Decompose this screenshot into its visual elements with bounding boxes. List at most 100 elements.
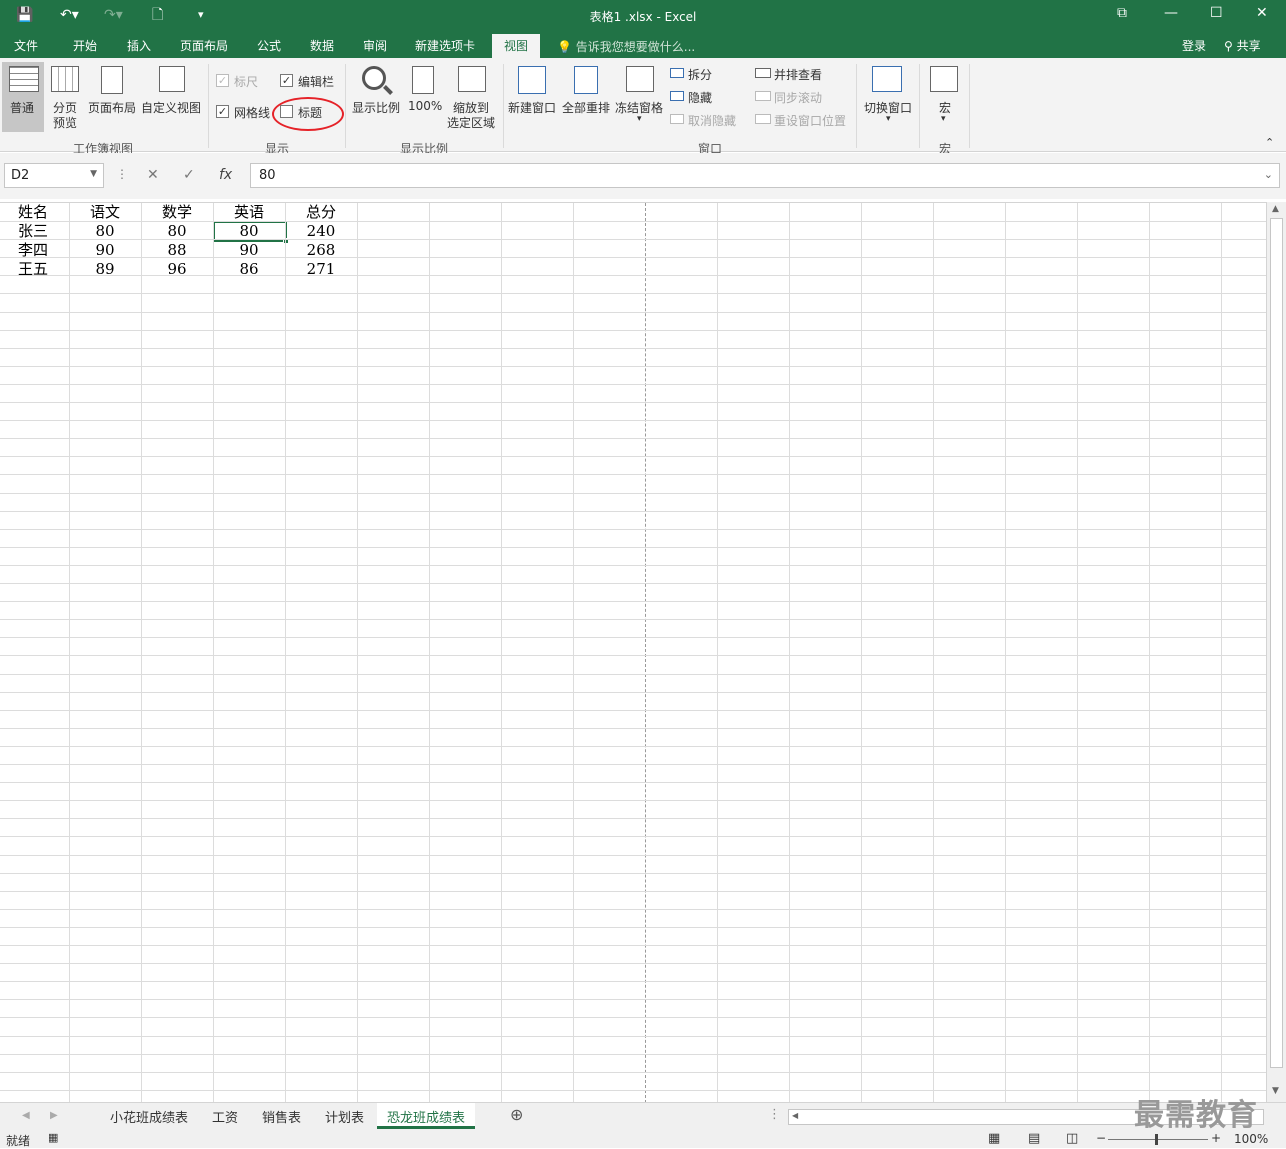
zoom-100-label: 100%	[408, 99, 443, 113]
name-box[interactable]: D2 ▼	[4, 163, 104, 188]
vertical-scrollbar[interactable]: ▲ ▼	[1266, 202, 1286, 1102]
page-layout-status-icon[interactable]: ▤	[1028, 1131, 1040, 1146]
cell-E4[interactable]: 271	[285, 260, 357, 279]
ruler-checkbox[interactable]: ✓	[216, 74, 229, 87]
hide-icon[interactable]	[670, 91, 684, 101]
macros-dropdown-icon[interactable]: ▾	[941, 114, 946, 124]
normal-view-status-icon[interactable]: ▦	[988, 1131, 1000, 1146]
worksheet-grid[interactable]: 姓名 语文 数学 英语 总分 张三 80 80 80 240 李四 90 88 …	[0, 202, 1266, 1102]
scroll-left-icon[interactable]: ◀	[792, 1111, 798, 1120]
side-by-side-icon[interactable]	[755, 68, 771, 78]
zoom-to-selection-icon[interactable]	[458, 66, 486, 92]
zoom-handle	[383, 85, 393, 95]
grid-row-line	[0, 493, 1266, 494]
grid-row-line	[0, 438, 1266, 439]
grid-column-line	[1149, 203, 1150, 1102]
prev-sheet-icon[interactable]: ◀	[22, 1110, 30, 1121]
switch-windows-dropdown-icon[interactable]: ▾	[886, 114, 891, 124]
zoom-100-icon[interactable]	[412, 66, 434, 94]
expand-formula-icon[interactable]: ⌄	[1264, 168, 1273, 181]
sheet-tab-plan[interactable]: 计划表	[325, 1107, 364, 1126]
split-icon[interactable]	[670, 68, 684, 78]
grid-row-line	[0, 782, 1266, 783]
cell-B1[interactable]: 语文	[69, 203, 141, 222]
tab-review[interactable]: 审阅	[363, 37, 387, 54]
freeze-panes-dropdown-icon[interactable]: ▾	[637, 114, 642, 124]
watermark: 最需教育	[1134, 1098, 1258, 1133]
cell-C1[interactable]: 数学	[141, 203, 213, 222]
tab-file[interactable]: 文件	[14, 37, 38, 54]
sync-scroll-icon[interactable]	[755, 91, 771, 101]
tab-insert[interactable]: 插入	[127, 37, 151, 54]
share-button[interactable]: ⚲ 共享	[1224, 37, 1261, 54]
add-sheet-icon[interactable]: ⊕	[510, 1105, 523, 1124]
zoom-slider[interactable]	[1108, 1139, 1208, 1140]
page-layout-icon[interactable]	[101, 66, 123, 94]
custom-views-label: 自定义视图	[141, 101, 202, 115]
more-options-icon[interactable]: ⋮	[116, 167, 128, 181]
freeze-panes-icon[interactable]	[626, 66, 654, 92]
macros-icon[interactable]	[930, 66, 958, 92]
enter-icon[interactable]: ✓	[183, 167, 195, 183]
sheet-tab-sales[interactable]: 销售表	[262, 1107, 301, 1126]
collapse-ribbon-icon[interactable]: ⌃	[1265, 136, 1274, 149]
arrange-all-icon[interactable]	[574, 66, 598, 94]
scroll-down-icon[interactable]: ▼	[1272, 1086, 1279, 1096]
tab-home[interactable]: 开始	[73, 37, 97, 54]
tell-me-search[interactable]: 💡 告诉我您想要做什么...	[557, 38, 695, 55]
formula-input[interactable]: 80 ⌄	[250, 163, 1280, 188]
cell-B4[interactable]: 89	[69, 260, 141, 279]
page-break-preview-icon[interactable]	[51, 66, 79, 92]
zoom-slider-thumb[interactable]	[1155, 1134, 1158, 1145]
formula-bar-checkbox[interactable]: ✓	[280, 74, 293, 87]
tab-data[interactable]: 数据	[310, 37, 334, 54]
tab-split-handle-icon[interactable]: ⋮	[768, 1107, 781, 1122]
tab-formulas[interactable]: 公式	[257, 37, 281, 54]
grid-row-line	[0, 999, 1266, 1000]
grid-column-line	[1221, 203, 1222, 1102]
close-icon[interactable]: ✕	[1256, 5, 1268, 21]
minimize-icon[interactable]: —	[1164, 5, 1178, 21]
cell-A4[interactable]: 王五	[0, 260, 69, 279]
split-label: 拆分	[688, 68, 713, 82]
tab-view[interactable]: 视图	[492, 34, 541, 58]
tab-new-tab[interactable]: 新建选项卡	[415, 37, 475, 54]
cell-A1[interactable]: 姓名	[0, 203, 69, 222]
switch-windows-icon[interactable]	[872, 66, 902, 92]
scroll-thumb[interactable]	[1270, 218, 1283, 1068]
zoom-percent[interactable]: 100%	[1234, 1132, 1268, 1146]
gridlines-checkbox[interactable]: ✓	[216, 105, 229, 118]
scroll-up-icon[interactable]: ▲	[1272, 204, 1279, 214]
ribbon-display-options-icon[interactable]: ⧉	[1117, 5, 1127, 21]
sheet-tab-konglong[interactable]: 恐龙班成绩表	[377, 1103, 476, 1129]
insert-function-icon[interactable]: fx	[219, 167, 232, 183]
cell-C4[interactable]: 96	[141, 260, 213, 279]
new-window-icon[interactable]	[518, 66, 546, 94]
custom-views-icon[interactable]	[159, 66, 185, 92]
grid-row-line	[0, 855, 1266, 856]
cell-E1[interactable]: 总分	[285, 203, 357, 222]
cell-D1[interactable]: 英语	[213, 203, 285, 222]
cancel-icon[interactable]: ✕	[147, 167, 159, 183]
zoom-out-icon[interactable]: −	[1096, 1131, 1106, 1145]
grid-row-line	[0, 239, 1266, 240]
reset-position-icon[interactable]	[755, 114, 771, 124]
status-bar: 就绪 ▦ ▦ ▤ ◫ − + 100%	[0, 1130, 1286, 1148]
grid-row-line	[0, 674, 1266, 675]
name-box-value: D2	[11, 168, 30, 183]
sheet-tab-salary[interactable]: 工资	[212, 1107, 238, 1126]
tab-page-layout[interactable]: 页面布局	[180, 37, 228, 54]
maximize-icon[interactable]: ☐	[1210, 5, 1223, 21]
login-link[interactable]: 登录	[1182, 37, 1206, 54]
name-box-dropdown-icon[interactable]: ▼	[90, 169, 97, 179]
macro-record-icon[interactable]: ▦	[48, 1131, 58, 1144]
grid-row-line	[0, 746, 1266, 747]
sheet-tab-xiaohua[interactable]: 小花班成绩表	[110, 1107, 188, 1126]
separator	[969, 64, 970, 148]
page-break-status-icon[interactable]: ◫	[1066, 1131, 1078, 1146]
ruler-label: 标尺	[234, 75, 259, 89]
zoom-icon[interactable]	[362, 66, 386, 90]
cell-D4[interactable]: 86	[213, 260, 285, 279]
unhide-icon[interactable]	[670, 114, 684, 124]
next-sheet-icon[interactable]: ▶	[50, 1110, 58, 1121]
